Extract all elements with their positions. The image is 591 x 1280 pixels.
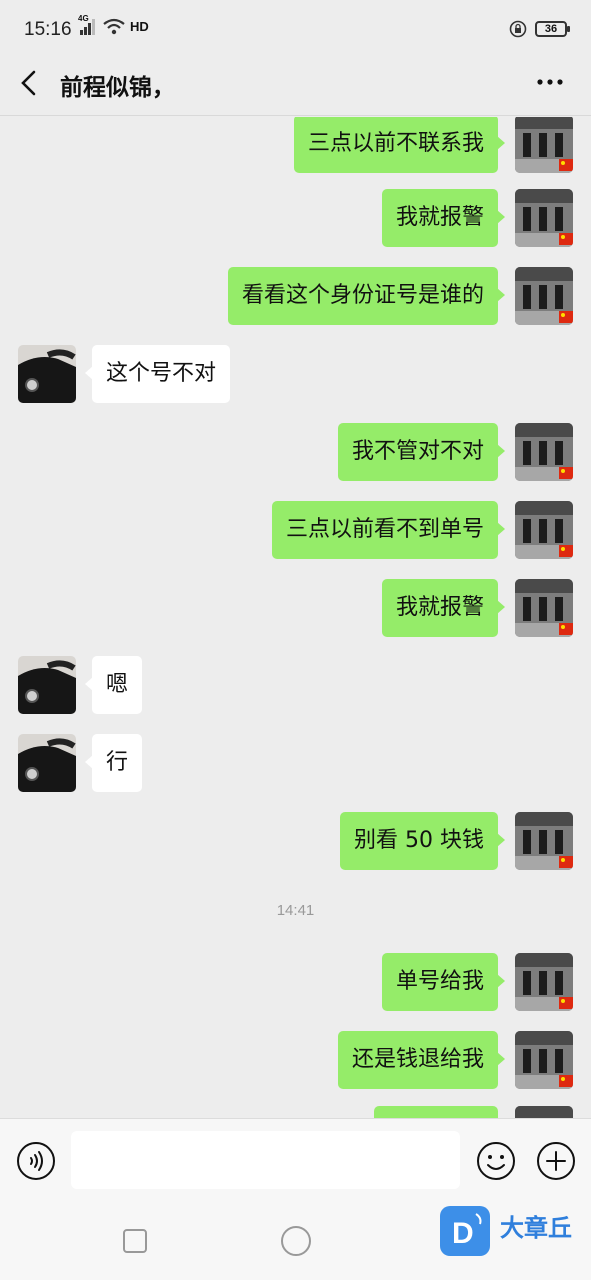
outgoing-message: 还是钱退给我 bbox=[0, 1031, 591, 1091]
my-avatar[interactable] bbox=[515, 579, 573, 637]
chat-title: 前程似锦， bbox=[60, 75, 175, 101]
plus-button[interactable] bbox=[536, 1141, 576, 1181]
my-avatar[interactable] bbox=[515, 1031, 573, 1089]
outgoing-message bbox=[0, 1106, 591, 1118]
message-bubble[interactable]: 别看 50 块钱 bbox=[340, 812, 505, 870]
incoming-message: 嗯 bbox=[0, 656, 591, 716]
message-bubble[interactable]: 嗯 bbox=[84, 656, 143, 714]
my-avatar[interactable] bbox=[515, 812, 573, 870]
my-avatar[interactable] bbox=[515, 267, 573, 325]
watermark-text: 大章丘 bbox=[500, 1214, 572, 1242]
network-type-label: 4G bbox=[78, 14, 89, 23]
status-bar: 15:16 4G HD 36 bbox=[0, 0, 591, 58]
svg-text:D: D bbox=[452, 1217, 474, 1250]
timestamp-separator: 14:41 bbox=[276, 902, 315, 919]
my-avatar[interactable] bbox=[515, 117, 573, 173]
outgoing-message: 三点以前不联系我 bbox=[0, 117, 591, 175]
contact-avatar[interactable] bbox=[18, 656, 76, 714]
outgoing-message: 我就报警 bbox=[0, 189, 591, 249]
recent-apps-button[interactable] bbox=[123, 1229, 147, 1253]
message-bubble[interactable]: 行 bbox=[84, 734, 143, 792]
my-avatar[interactable] bbox=[515, 953, 573, 1011]
incoming-message: 行 bbox=[0, 734, 591, 794]
watermark: D 大章丘 bbox=[440, 1204, 590, 1260]
outgoing-message: 我不管对不对 bbox=[0, 423, 591, 483]
message-bubble[interactable]: 单号给我 bbox=[381, 953, 506, 1011]
hd-label: HD bbox=[130, 19, 149, 34]
my-avatar[interactable] bbox=[515, 189, 573, 247]
message-input[interactable] bbox=[71, 1131, 460, 1189]
contact-avatar[interactable] bbox=[18, 734, 76, 792]
chat-header: 前程似锦， bbox=[0, 58, 591, 116]
outgoing-message: 三点以前看不到单号 bbox=[0, 501, 591, 561]
outgoing-message: 别看 50 块钱 bbox=[0, 812, 591, 872]
my-avatar[interactable] bbox=[515, 501, 573, 559]
message-bubble[interactable] bbox=[374, 1106, 498, 1118]
message-bubble[interactable]: 看看这个身份证号是谁的 bbox=[227, 267, 506, 325]
status-right: 36 bbox=[509, 20, 570, 38]
my-avatar[interactable] bbox=[515, 1106, 573, 1118]
input-bar bbox=[0, 1118, 591, 1200]
lock-rotation-icon bbox=[509, 20, 527, 38]
incoming-message: 这个号不对 bbox=[0, 345, 591, 405]
message-list[interactable]: 三点以前不联系我 我就报警 看看这个身份证号是谁的 这个号不对 我不管对不对 三… bbox=[0, 117, 591, 1118]
chevron-left-icon bbox=[21, 70, 36, 96]
voice-button[interactable] bbox=[16, 1141, 56, 1181]
message-bubble[interactable]: 三点以前不联系我 bbox=[293, 117, 506, 173]
voice-icon bbox=[17, 1142, 55, 1180]
message-bubble[interactable]: 我不管对不对 bbox=[337, 423, 506, 481]
status-time: 15:16 bbox=[24, 19, 72, 40]
message-bubble[interactable]: 我就报警 bbox=[381, 579, 506, 637]
message-bubble[interactable]: 我就报警 bbox=[381, 189, 506, 247]
status-icons: 4G HD bbox=[78, 14, 149, 36]
wifi-icon bbox=[103, 18, 125, 35]
watermark-logo-icon: D bbox=[452, 1213, 482, 1250]
message-bubble[interactable]: 三点以前看不到单号 bbox=[271, 501, 506, 559]
emoji-button[interactable] bbox=[476, 1141, 516, 1181]
more-dots-icon bbox=[537, 79, 563, 85]
watermark-logo: D bbox=[440, 1206, 490, 1256]
outgoing-message: 我就报警 bbox=[0, 579, 591, 639]
emoji-icon bbox=[477, 1142, 515, 1180]
my-avatar[interactable] bbox=[515, 423, 573, 481]
message-bubble[interactable]: 这个号不对 bbox=[84, 345, 231, 403]
home-button[interactable] bbox=[281, 1226, 311, 1256]
more-options-button[interactable] bbox=[535, 72, 565, 92]
system-nav-bar: D 大章丘 bbox=[0, 1200, 591, 1280]
outgoing-message: 单号给我 bbox=[0, 953, 591, 1013]
back-button[interactable] bbox=[16, 66, 44, 100]
message-bubble[interactable]: 还是钱退给我 bbox=[337, 1031, 506, 1089]
contact-avatar[interactable] bbox=[18, 345, 76, 403]
battery-indicator: 36 bbox=[535, 21, 570, 37]
outgoing-message: 看看这个身份证号是谁的 bbox=[0, 267, 591, 327]
plus-icon bbox=[537, 1142, 575, 1180]
